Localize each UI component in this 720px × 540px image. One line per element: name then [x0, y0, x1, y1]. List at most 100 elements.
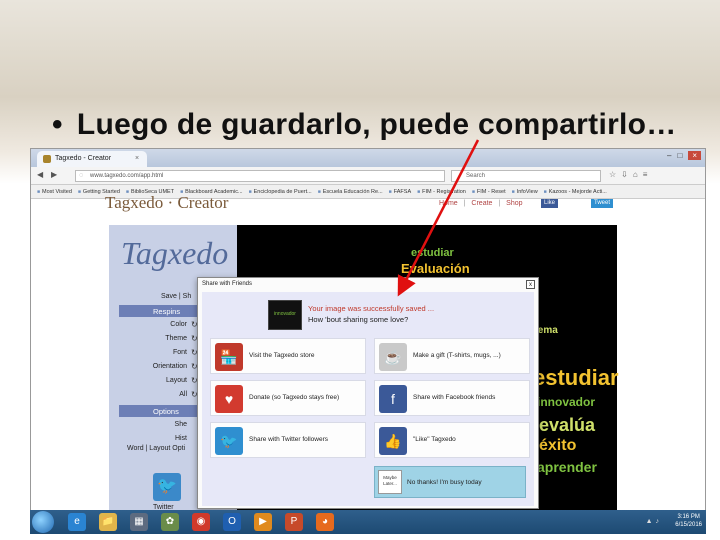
maybe-later-icon: Maybe Later... — [378, 470, 402, 494]
site-logo[interactable]: Tagxedo · Creator — [105, 193, 228, 213]
share-prompt: How 'bout sharing some love? — [308, 315, 409, 324]
start-button[interactable] — [32, 511, 54, 533]
nav-shop[interactable]: Shop — [506, 200, 522, 207]
search-input[interactable]: Search — [451, 170, 601, 182]
web-page: Tagxedo · Creator Home | Create | Shop L… — [31, 193, 705, 511]
thumbs-up-icon: 👍 — [379, 427, 407, 455]
chrome-icon[interactable]: ◉ — [192, 513, 210, 531]
respin-font[interactable]: Font — [109, 349, 187, 356]
cloud-word: Evaluación — [401, 261, 470, 276]
share-option-heart[interactable]: ♥ Donate (so Tagxedo stays free) — [210, 380, 366, 416]
no-thanks-button[interactable]: Maybe Later... No thanks! I'm busy today — [374, 466, 526, 498]
clock[interactable]: 3:16 PM 6/15/2016 — [675, 513, 702, 529]
menu-icon[interactable]: ≡ — [643, 170, 653, 179]
forward-icon[interactable]: ▶ — [51, 170, 57, 179]
tray-icons: ▲♪ — [646, 518, 662, 525]
window-controls: –□ × — [667, 151, 701, 160]
share-option-facebook[interactable]: f Share with Facebook friends — [374, 380, 530, 416]
favicon-icon — [43, 155, 51, 163]
no-thanks-label: No thanks! I'm busy today — [407, 479, 482, 486]
bookmark-item[interactable]: Most Visited — [37, 189, 72, 195]
url-text: www.tagxedo.com/app.html — [90, 173, 164, 179]
taskbar: e 📁 ▦ ✿ ◉ O ▶ P ◕ ▲♪ 3:16 PM 6/15/2016 — [30, 510, 706, 534]
cloud-word: innovador — [537, 395, 596, 409]
word-layout-options[interactable]: Word | Layout Opti — [127, 445, 185, 452]
clock-time: 3:16 PM — [677, 514, 700, 520]
dialog-title: Share with Friends — [202, 281, 253, 287]
saved-message: Your image was successfully saved ... — [308, 304, 435, 313]
share-option-label: Share with Twitter followers — [249, 436, 328, 443]
tab-close-icon[interactable]: × — [135, 155, 139, 162]
cloud-word: estudiar — [533, 365, 619, 390]
share-option-twitter[interactable]: 🐦 Share with Twitter followers — [210, 422, 366, 458]
twitter-icon[interactable]: 🐦 — [153, 473, 181, 501]
ie-icon[interactable]: e — [68, 513, 86, 531]
folder-icon[interactable]: 📁 — [99, 513, 117, 531]
heart-icon: ♥ — [215, 385, 243, 413]
dialog-body: innovador Your image was successfully sa… — [202, 292, 534, 506]
cloud-word: éxito — [539, 437, 577, 454]
share-option-store[interactable]: 🏪 Visit the Tagxedo store — [210, 338, 366, 374]
store-icon: 🏪 — [215, 343, 243, 371]
respin-layout[interactable]: Layout — [109, 377, 187, 384]
site-nav: Home | Create | Shop — [439, 200, 523, 207]
browser-tab[interactable]: Tagxedo - Creator × — [37, 151, 147, 167]
star-icon[interactable]: ☆ — [609, 170, 621, 179]
minimize-icon[interactable]: – — [667, 151, 677, 160]
photos-icon[interactable]: ✿ — [161, 513, 179, 531]
outlook-icon[interactable]: O — [223, 513, 241, 531]
tab-title: Tagxedo - Creator — [55, 155, 112, 162]
download-icon[interactable]: ⇩ — [621, 170, 633, 179]
address-bar-row: ◀ ▶ ◌ www.tagxedo.com/app.html Search ☆⇩… — [31, 167, 705, 185]
clock-date: 6/15/2016 — [675, 522, 702, 528]
globe-icon: ◌ — [79, 172, 84, 179]
bookmark-item[interactable]: FIM - Registration — [417, 189, 466, 195]
firefox-icon[interactable]: ◕ — [316, 513, 334, 531]
twitter-icon: 🐦 — [215, 427, 243, 455]
share-option-label: Share with Facebook friends — [413, 394, 496, 401]
bookmark-item[interactable]: Kazoos - Mejorde Acti... — [544, 189, 607, 195]
option-history[interactable]: Hist — [109, 435, 187, 442]
facebook-like-button[interactable]: Like — [541, 199, 559, 208]
share-option-mug[interactable]: ☕ Make a gift (T-shirts, mugs, ...) — [374, 338, 530, 374]
slide-title-text: Luego de guardarlo, puede compartirlo… — [76, 108, 677, 141]
bookmark-item[interactable]: FIM - Reset — [472, 189, 506, 195]
respin-all[interactable]: All — [109, 391, 187, 398]
browser-screenshot: Tagxedo - Creator × –□ × ◀ ▶ ◌ www.tagxed… — [30, 148, 706, 530]
media-icon[interactable]: ▦ — [130, 513, 148, 531]
bookmark-item[interactable]: Escuela Educación Re... — [318, 189, 383, 195]
bullet: • — [52, 108, 63, 141]
respin-theme[interactable]: Theme — [109, 335, 187, 342]
powerpoint-icon[interactable]: P — [285, 513, 303, 531]
mug-icon: ☕ — [379, 343, 407, 371]
player-icon[interactable]: ▶ — [254, 513, 272, 531]
bookmark-item[interactable]: Enciclopedia de Puert... — [249, 189, 312, 195]
bookmark-item[interactable]: FAFSA — [389, 189, 411, 195]
maximize-icon[interactable]: □ — [677, 151, 688, 160]
saved-image-thumbnail: innovador — [268, 300, 302, 330]
share-dialog: Share with Friends x innovador Your imag… — [197, 277, 539, 509]
respin-orientation[interactable]: Orientation — [109, 363, 187, 370]
bookmark-item[interactable]: InfoView — [512, 189, 538, 195]
network-icon[interactable]: ▲ — [646, 518, 656, 525]
volume-icon[interactable]: ♪ — [656, 518, 663, 525]
share-option-label: Donate (so Tagxedo stays free) — [249, 394, 340, 401]
cloud-word: aprender — [537, 459, 597, 475]
search-placeholder: Search — [466, 173, 486, 179]
slide-title: • Luego de guardarlo, puede compartirlo… — [52, 108, 677, 142]
option-shape[interactable]: She — [109, 421, 187, 428]
nav-create[interactable]: Create — [471, 200, 492, 207]
respin-color[interactable]: Color — [109, 321, 187, 328]
tab-bar: Tagxedo - Creator × –□ × — [31, 149, 705, 167]
share-option-label: Visit the Tagxedo store — [249, 352, 315, 359]
facebook-icon: f — [379, 385, 407, 413]
nav-home[interactable]: Home — [439, 200, 458, 207]
close-icon[interactable]: × — [688, 151, 701, 160]
back-icon[interactable]: ◀ — [37, 170, 43, 179]
home-icon[interactable]: ⌂ — [633, 170, 643, 179]
tweet-button[interactable]: Tweet — [591, 199, 614, 208]
panel-logo: Tagxedo — [121, 235, 229, 271]
url-field[interactable]: ◌ www.tagxedo.com/app.html — [75, 170, 445, 182]
share-option-thumbs-up[interactable]: 👍 "Like" Tagxedo — [374, 422, 530, 458]
dialog-close-button[interactable]: x — [526, 280, 535, 289]
